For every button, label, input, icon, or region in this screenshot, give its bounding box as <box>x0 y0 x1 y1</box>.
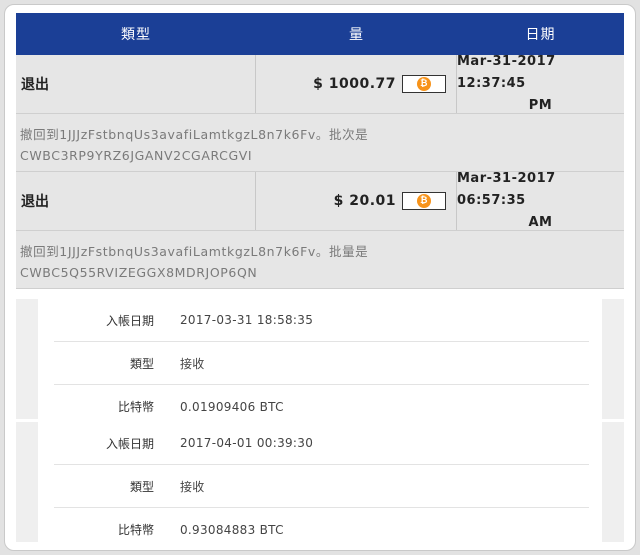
currency-box: ₿ <box>402 75 446 93</box>
deposit-type-value: 接收 <box>180 479 205 494</box>
detail-row: 類型 接收 <box>54 342 589 385</box>
date-line: Mar-31-2017 06:57:35 <box>457 171 556 208</box>
transaction-note: 撤回到1JJJzFstbnqUs3avafiLamtkgzL8n7k6Fv。批量… <box>16 231 624 289</box>
deposit-type-label: 類型 <box>129 479 154 494</box>
deposit-btc-value: 0.93084883 BTC <box>180 522 284 537</box>
transactions-panel: 類型 量 日期 退出 $ 1000.77 ₿ Mar-31-2017 12:37… <box>4 4 636 551</box>
detail-row: 入帳日期 2017-04-01 00:39:30 <box>54 422 589 465</box>
transaction-date: Mar-31-2017 06:57:35 AM <box>457 171 624 230</box>
detail-row: 比特幣 0.93084883 BTC <box>54 508 589 550</box>
deposit-date-label: 入帳日期 <box>105 313 154 328</box>
transaction-note: 撤回到1JJJzFstbnqUs3avafiLamtkgzL8n7k6Fv。批次… <box>16 114 624 172</box>
deposit-btc-label: 比特幣 <box>117 523 154 537</box>
time-period: PM <box>528 98 553 113</box>
transaction-type: 退出 <box>16 55 256 113</box>
transaction-type: 退出 <box>16 172 256 230</box>
note-line: 撤回到1JJJzFstbnqUs3avafiLamtkgzL8n7k6Fv。批量… <box>20 244 369 259</box>
batch-id: CWBC3RP9YRZ6JGANV2CGARCGVI <box>20 148 253 163</box>
deposit-btc-label: 比特幣 <box>117 400 154 414</box>
transaction-date: Mar-31-2017 12:37:45 PM <box>457 54 624 113</box>
deposit-date-value: 2017-03-31 18:58:35 <box>180 313 314 327</box>
table-row[interactable]: 退出 $ 1000.77 ₿ Mar-31-2017 12:37:45 PM <box>16 54 624 114</box>
bitcoin-icon: ₿ <box>417 194 431 208</box>
column-header-date[interactable]: 日期 <box>457 13 624 55</box>
deposit-card: 入帳日期 2017-03-31 18:58:35 類型 接收 比特幣 0.019… <box>16 299 624 419</box>
deposit-btc-value: 0.01909406 BTC <box>180 399 284 414</box>
transaction-amount: $ 20.01 ₿ <box>256 172 457 230</box>
detail-row: 入帳日期 2017-03-31 18:58:35 <box>54 299 589 342</box>
deposit-date-value: 2017-04-01 00:39:30 <box>180 436 314 450</box>
deposit-card: 入帳日期 2017-04-01 00:39:30 類型 接收 比特幣 0.930… <box>16 422 624 542</box>
amount-value: $ 1000.77 <box>313 76 396 92</box>
amount-value: $ 20.01 <box>333 193 396 209</box>
note-line: 撤回到1JJJzFstbnqUs3avafiLamtkgzL8n7k6Fv。批次… <box>20 127 369 142</box>
card-left-margin <box>16 299 38 419</box>
bitcoin-icon: ₿ <box>417 77 431 91</box>
column-header-type[interactable]: 類型 <box>16 13 256 55</box>
card-right-margin <box>602 422 624 542</box>
date-line: Mar-31-2017 12:37:45 <box>457 54 556 91</box>
card-right-margin <box>602 299 624 419</box>
currency-box: ₿ <box>402 192 446 210</box>
batch-id: CWBC5Q55RVIZEGGX8MDRJOP6QN <box>20 265 258 280</box>
card-left-margin <box>16 422 38 542</box>
deposit-type-label: 類型 <box>129 356 154 371</box>
deposit-type-value: 接收 <box>180 356 205 371</box>
table-header: 類型 量 日期 <box>16 13 624 55</box>
detail-row: 類型 接收 <box>54 465 589 508</box>
table-row[interactable]: 退出 $ 20.01 ₿ Mar-31-2017 06:57:35 AM <box>16 171 624 231</box>
time-period: AM <box>528 215 553 230</box>
deposit-date-label: 入帳日期 <box>105 436 154 451</box>
transaction-amount: $ 1000.77 ₿ <box>256 55 457 113</box>
column-header-amount[interactable]: 量 <box>256 13 457 55</box>
